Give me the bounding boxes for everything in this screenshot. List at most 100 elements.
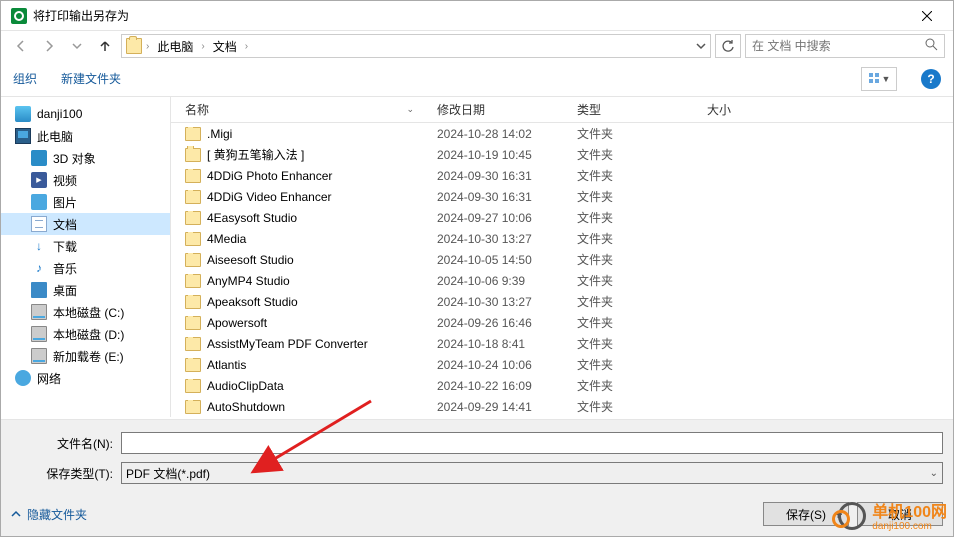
file-row[interactable]: Atlantis2024-10-24 10:06文件夹 [171, 354, 953, 375]
column-date[interactable]: 修改日期 [429, 97, 569, 122]
file-row[interactable]: Apowersoft2024-09-26 16:46文件夹 [171, 312, 953, 333]
folder-icon [185, 337, 201, 351]
column-type[interactable]: 类型 [569, 97, 699, 122]
address-bar[interactable]: › 此电脑 › 文档 › [121, 34, 711, 58]
search-box[interactable] [745, 34, 945, 58]
window-title: 将打印输出另存为 [33, 7, 905, 24]
file-type: 文件夹 [569, 146, 699, 163]
breadcrumb-item[interactable]: 文档 [209, 36, 241, 57]
tree-item-music[interactable]: ♪音乐 [1, 257, 170, 279]
file-name: .Migi [207, 127, 232, 141]
filename-input[interactable] [121, 432, 943, 454]
video-icon [31, 172, 47, 188]
user-icon [15, 106, 31, 122]
folder-icon [185, 190, 201, 204]
file-row[interactable]: [ 黄狗五笔输入法 ]2024-10-19 10:45文件夹 [171, 144, 953, 165]
recent-button[interactable] [65, 34, 89, 58]
close-icon [922, 11, 932, 21]
refresh-button[interactable] [715, 34, 741, 58]
tree-item-label: 下载 [53, 238, 77, 255]
file-row[interactable]: 4DDiG Photo Enhancer 2024-09-30 16:31文件夹 [171, 165, 953, 186]
tree-item-user[interactable]: danji100 [1, 103, 170, 125]
tree-item-dl[interactable]: ↓ 下载 [1, 235, 170, 257]
pc-icon [15, 128, 31, 144]
file-row[interactable]: AnyMP4 Studio2024-10-06 9:39文件夹 [171, 270, 953, 291]
folder-icon [185, 358, 201, 372]
breadcrumb-item[interactable]: 此电脑 [153, 36, 197, 57]
new-folder-button[interactable]: 新建文件夹 [61, 70, 121, 87]
hide-folders-button[interactable]: 隐藏文件夹 [11, 506, 87, 523]
tree-item-label: 新加载卷 (E:) [53, 348, 124, 365]
folder-icon [185, 316, 201, 330]
tree-item-label: danji100 [37, 107, 82, 121]
chevron-right-icon: › [146, 41, 149, 52]
tree-item-pic[interactable]: 图片 [1, 191, 170, 213]
tree-item-label: 此电脑 [37, 128, 73, 145]
file-row[interactable]: 4Easysoft Studio2024-09-27 10:06文件夹 [171, 207, 953, 228]
file-name: 4Media [207, 232, 246, 246]
search-input[interactable] [752, 39, 925, 53]
column-size[interactable]: 大小 [699, 97, 799, 122]
up-button[interactable] [93, 34, 117, 58]
file-row[interactable]: AutoShutdown2024-09-29 14:41文件夹 [171, 396, 953, 417]
organize-button[interactable]: 组织 [13, 70, 37, 87]
file-type: 文件夹 [569, 335, 699, 352]
tree-item-label: 网络 [37, 370, 61, 387]
chevron-right-icon: › [245, 41, 248, 52]
file-name: 4DDiG Photo Enhancer [207, 169, 332, 183]
file-row[interactable]: AudioClipData2024-10-22 16:09文件夹 [171, 375, 953, 396]
file-date: 2024-10-24 10:06 [429, 358, 569, 372]
view-button[interactable]: ▼ [861, 67, 897, 91]
tree-item-net[interactable]: 网络 [1, 367, 170, 389]
file-row[interactable]: 4DDiG Video Enhancer2024-09-30 16:31文件夹 [171, 186, 953, 207]
close-button[interactable] [905, 1, 949, 31]
tree-item-pc[interactable]: 此电脑 [1, 125, 170, 147]
file-row[interactable]: 4Media2024-10-30 13:27文件夹 [171, 228, 953, 249]
folder-icon [126, 38, 142, 54]
file-name: Apowersoft [207, 316, 267, 330]
file-date: 2024-09-30 16:31 [429, 169, 569, 183]
help-button[interactable]: ? [921, 69, 941, 89]
tree-item-3d[interactable]: 3D 对象 [1, 147, 170, 169]
folder-icon [185, 295, 201, 309]
tree-item-label: 图片 [53, 194, 77, 211]
dl-icon: ↓ [31, 238, 47, 254]
cancel-button[interactable]: 取消 [857, 502, 943, 526]
chevron-down-icon[interactable] [696, 41, 706, 51]
back-icon [14, 39, 28, 53]
tree-item-video[interactable]: 视频 [1, 169, 170, 191]
file-row[interactable]: Apeaksoft Studio2024-10-30 13:27文件夹 [171, 291, 953, 312]
file-name: AudioClipData [207, 379, 284, 393]
forward-button[interactable] [37, 34, 61, 58]
chevron-right-icon: › [201, 41, 204, 52]
file-date: 2024-09-26 16:46 [429, 316, 569, 330]
filename-label: 文件名(N): [11, 435, 121, 452]
tree-item-desk[interactable]: 桌面 [1, 279, 170, 301]
file-date: 2024-10-19 10:45 [429, 148, 569, 162]
column-name[interactable]: 名称⌄ [171, 97, 429, 122]
file-date: 2024-10-30 13:27 [429, 295, 569, 309]
file-row[interactable]: AssistMyTeam PDF Converter2024-10-18 8:4… [171, 333, 953, 354]
folder-icon [185, 211, 201, 225]
sort-indicator-icon: ⌄ [406, 104, 414, 115]
file-row[interactable]: Aiseesoft Studio2024-10-05 14:50文件夹 [171, 249, 953, 270]
filetype-value: PDF 文档(*.pdf) [126, 465, 210, 482]
chevron-down-icon: ⌄ [930, 468, 938, 479]
tree-item-disk[interactable]: 本地磁盘 (C:) [1, 301, 170, 323]
tree-item-disk[interactable]: 新加载卷 (E:) [1, 345, 170, 367]
tree-item-doc[interactable]: 文档 [1, 213, 170, 235]
file-name: AssistMyTeam PDF Converter [207, 337, 368, 351]
tree-item-disk[interactable]: 本地磁盘 (D:) [1, 323, 170, 345]
back-button[interactable] [9, 34, 33, 58]
file-name: Aiseesoft Studio [207, 253, 294, 267]
file-name: Atlantis [207, 358, 246, 372]
file-row[interactable]: .Migi2024-10-28 14:02文件夹 [171, 123, 953, 144]
filetype-select[interactable]: PDF 文档(*.pdf) ⌄ [121, 462, 943, 484]
hide-folders-label: 隐藏文件夹 [27, 506, 87, 523]
tree-item-label: 3D 对象 [53, 150, 96, 167]
save-button[interactable]: 保存(S) [763, 502, 849, 526]
file-type: 文件夹 [569, 167, 699, 184]
doc-icon [31, 216, 47, 232]
folder-icon [185, 169, 201, 183]
file-date: 2024-09-30 16:31 [429, 190, 569, 204]
